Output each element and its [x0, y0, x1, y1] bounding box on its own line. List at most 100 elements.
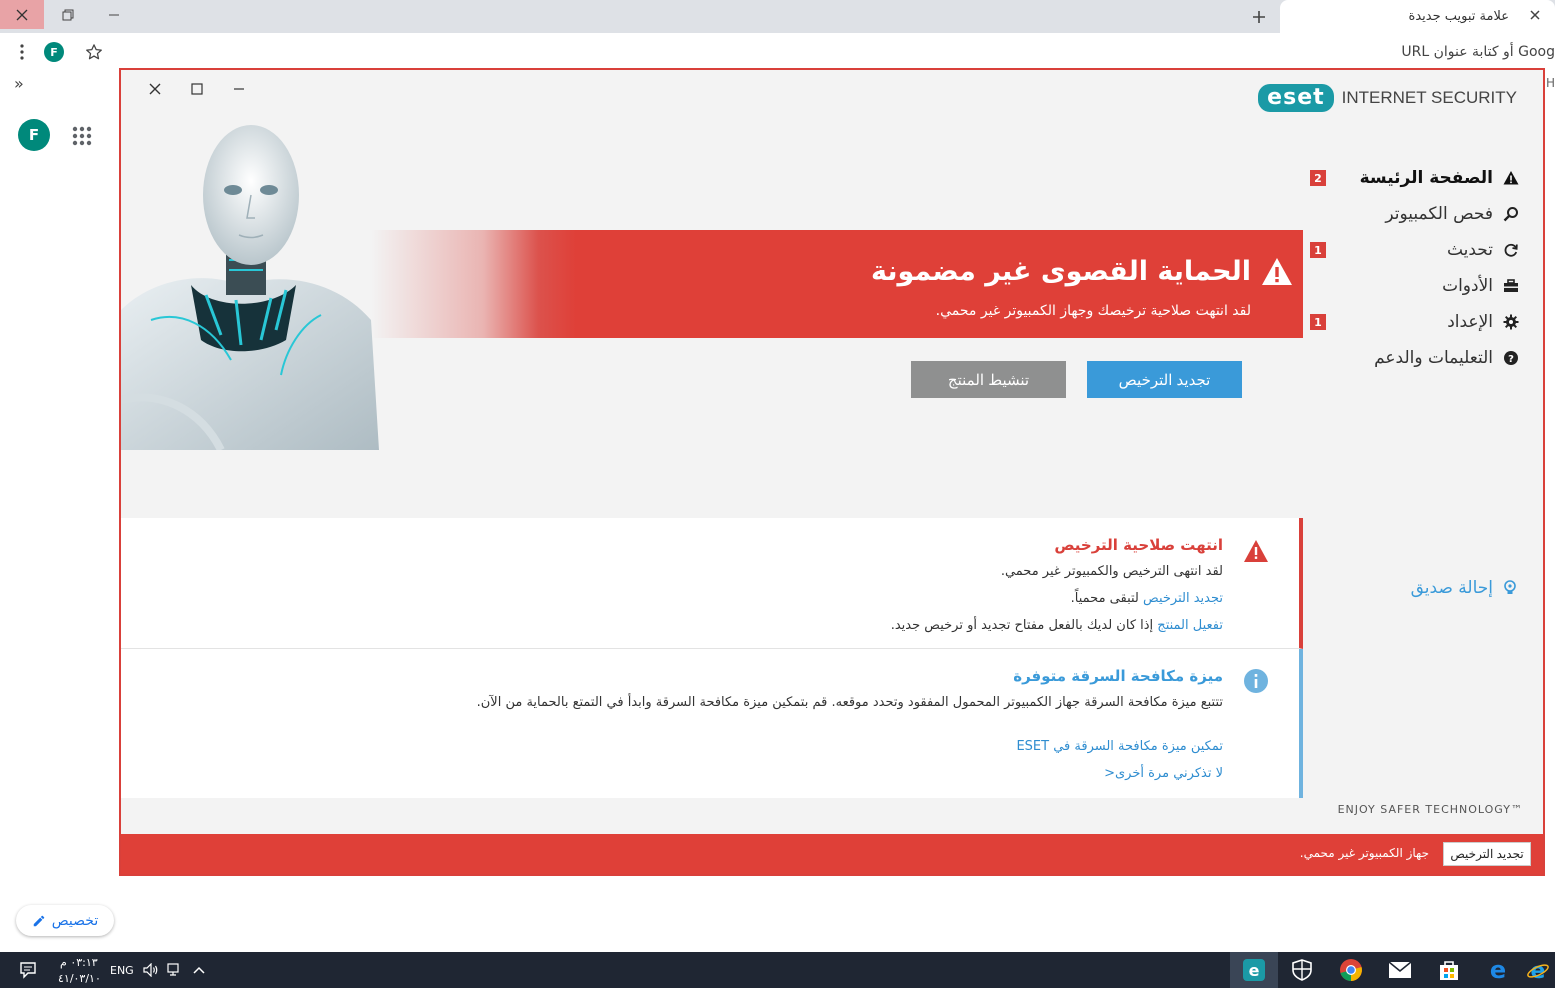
eset-window: eset INTERNET SECURITY 2 الصفحة الرئيسة …	[119, 68, 1545, 876]
speaker-icon	[143, 963, 158, 977]
bookmark-star-button[interactable]	[84, 42, 104, 62]
refer-friend-link[interactable]: إحالة صديق	[1411, 578, 1517, 598]
customize-button[interactable]: تخصيص	[16, 905, 114, 936]
eset-product-name: INTERNET SECURITY	[1341, 88, 1517, 107]
store-icon	[1440, 961, 1458, 980]
nav-label: التعليمات والدعم	[1374, 348, 1493, 368]
tab-close-button[interactable]	[1527, 7, 1543, 23]
browser-menu-button[interactable]	[12, 42, 32, 62]
browser-toolbar: Goog أو كتابة عنوان URL	[0, 33, 1555, 71]
clock-date[interactable]: ٤١/٠٣/١٠	[58, 972, 101, 985]
license-card-line2-rest: لتبقى محمياً.	[1070, 591, 1139, 606]
minimize-icon	[109, 14, 119, 15]
nav-item-update[interactable]: 1 تحديث	[1303, 232, 1543, 268]
search-icon	[1503, 206, 1519, 222]
new-tab-button[interactable]	[1248, 6, 1270, 28]
tab-new-tab[interactable]: علامة تبويب جديدة	[1280, 0, 1555, 33]
nav-label: فحص الكمبيوتر	[1385, 204, 1493, 224]
eset-nav: 2 الصفحة الرئيسة فحص الكمبيوتر 1 تحديث ا…	[1303, 160, 1543, 376]
maximize-icon	[191, 83, 203, 95]
license-card-line2: تجديد الترخيص لتبقى محمياً.	[1071, 591, 1223, 606]
nav-item-setup[interactable]: 1 الإعداد	[1303, 304, 1543, 340]
warning-icon	[1244, 540, 1268, 562]
nav-badge-home: 2	[1310, 170, 1326, 186]
omnibox-input[interactable]: Goog أو كتابة عنوان URL	[1401, 44, 1555, 60]
taskbar-security[interactable]	[1278, 952, 1326, 988]
action-center-button[interactable]	[8, 952, 48, 988]
taskbar-store[interactable]	[1425, 952, 1473, 988]
eset-maximize-button[interactable]	[183, 78, 211, 100]
language-indicator[interactable]: ENG	[110, 964, 134, 977]
apps-grid-icon[interactable]	[70, 124, 94, 148]
taskbar-ie[interactable]: e	[1520, 952, 1555, 988]
taskbar-mail[interactable]	[1376, 952, 1424, 988]
edge-icon: e	[1490, 958, 1506, 982]
status-text: جهاز الكمبيوتر غير محمي.	[1299, 846, 1429, 860]
eset-close-button[interactable]	[141, 78, 169, 100]
refresh-icon	[1503, 242, 1519, 258]
help-icon: ?	[1503, 350, 1519, 366]
status-renew-button[interactable]: تجديد الترخيص	[1443, 842, 1531, 866]
eset-status-bar: تجديد الترخيص جهاز الكمبيوتر غير محمي.	[121, 834, 1543, 874]
license-card-title: انتهت صلاحية الترخيص	[1054, 536, 1223, 554]
nav-label: تحديث	[1446, 240, 1493, 260]
clock-time[interactable]: ٠٣:١٣ م	[60, 956, 98, 969]
enable-antitheft-link[interactable]: تمكين ميزة مكافحة السرقة في ESET	[1016, 739, 1223, 754]
warning-icon	[1503, 170, 1519, 186]
svg-text:?: ?	[1508, 354, 1514, 365]
license-card-line3-rest: إذا كان لديك بالفعل مفتاح تجديد أو ترخيص…	[890, 618, 1154, 633]
robot-mascot-image	[121, 125, 379, 450]
svg-text:e: e	[1249, 961, 1260, 980]
eset-logo: eset INTERNET SECURITY	[1258, 84, 1517, 112]
notifications-panel: انتهت صلاحية الترخيص لقد انتهى الترخيص و…	[121, 518, 1303, 798]
profile-avatar[interactable]: F	[44, 42, 64, 62]
dont-remind-link[interactable]: لا تذكرني مرة أخرى<	[1104, 766, 1223, 781]
browser-tab-strip: علامة تبويب جديدة	[0, 0, 1555, 33]
license-card-line3: تفعيل المنتج إذا كان لديك بالفعل مفتاح ت…	[891, 618, 1223, 633]
show-hidden-icons-button[interactable]	[188, 952, 210, 988]
taskbar-chrome[interactable]	[1327, 952, 1375, 988]
nav-label: الأدوات	[1442, 276, 1493, 296]
chrome-icon	[1340, 959, 1362, 981]
alert-subtitle: لقد انتهت صلاحية ترخيصك وجهاز الكمبيوتر …	[935, 303, 1251, 319]
antitheft-card-text: تتتبع ميزة مكافحة السرقة جهاز الكمبيوتر …	[476, 695, 1223, 710]
nav-item-help[interactable]: التعليمات والدعم ?	[1303, 340, 1543, 376]
nav-item-scan[interactable]: فحص الكمبيوتر	[1303, 196, 1543, 232]
eset-minimize-button[interactable]	[225, 78, 253, 100]
bookmarks-overflow-button[interactable]: »	[14, 74, 24, 93]
license-expired-card: انتهت صلاحية الترخيص لقد انتهى الترخيص و…	[121, 518, 1303, 649]
eset-tagline: ENJOY SAFER TECHNOLOGY™	[1337, 803, 1523, 816]
taskbar-edge[interactable]: e	[1474, 952, 1522, 988]
toolbox-icon	[1503, 278, 1519, 294]
eset-brand: eset	[1258, 84, 1334, 112]
nav-label: الإعداد	[1447, 312, 1493, 332]
renew-license-link[interactable]: تجديد الترخيص	[1143, 591, 1223, 606]
svg-text:e: e	[1530, 959, 1545, 982]
lightbulb-icon	[1504, 580, 1516, 594]
google-account-avatar[interactable]: F	[18, 119, 50, 151]
nav-item-tools[interactable]: الأدوات	[1303, 268, 1543, 304]
plus-icon	[1253, 11, 1265, 23]
nav-badge-update: 1	[1310, 242, 1326, 258]
nav-badge-setup: 1	[1310, 314, 1326, 330]
close-icon	[149, 83, 161, 95]
window-close-button[interactable]	[0, 0, 44, 29]
star-icon	[86, 44, 102, 60]
refer-friend-label: إحالة صديق	[1410, 578, 1493, 598]
renew-license-button[interactable]: تجديد الترخيص	[1087, 361, 1242, 398]
volume-button[interactable]	[138, 952, 164, 988]
tab-title: علامة تبويب جديدة	[1408, 9, 1509, 24]
taskbar-eset[interactable]: e	[1230, 952, 1278, 988]
license-card-text: لقد انتهى الترخيص والكمبيوتر غير محمي.	[1000, 564, 1223, 579]
window-minimize-button[interactable]	[92, 0, 136, 29]
protection-alert-banner: الحماية القصوى غير مضمونة لقد انتهت صلاح…	[371, 230, 1303, 338]
activate-product-button[interactable]: تنشيط المنتج	[911, 361, 1066, 398]
network-button[interactable]	[164, 952, 186, 988]
window-restore-button[interactable]	[46, 0, 90, 29]
gear-icon	[1503, 314, 1519, 330]
activate-product-link[interactable]: تفعيل المنتج	[1157, 618, 1223, 633]
antitheft-card: ميزة مكافحة السرقة متوفرة تتتبع ميزة مكا…	[121, 649, 1303, 798]
chevron-up-icon	[193, 966, 205, 974]
bookmark-partial[interactable]: H	[1546, 76, 1555, 90]
nav-item-home[interactable]: 2 الصفحة الرئيسة	[1303, 160, 1543, 196]
